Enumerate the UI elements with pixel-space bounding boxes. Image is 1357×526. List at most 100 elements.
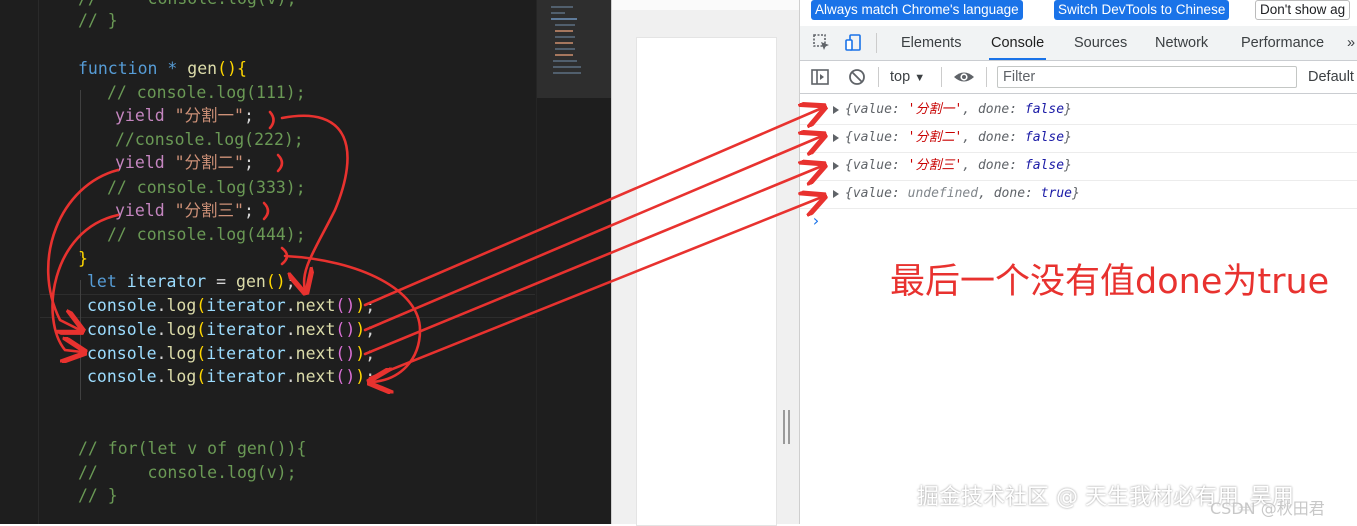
value-text: '分割三': [907, 158, 963, 173]
identifier-console: console: [87, 367, 157, 386]
code-line-console-next: console.log(iterator.next());: [87, 344, 376, 363]
console-prompt[interactable]: ›: [811, 211, 821, 230]
string-literal: "分割一": [174, 106, 244, 125]
minimap-line: [555, 48, 575, 50]
context-select[interactable]: top ▼: [890, 66, 925, 89]
dont-show-again-button[interactable]: Don't show ag: [1255, 0, 1351, 20]
indent-guide: [80, 90, 81, 256]
code-line-close-brace: }: [78, 249, 88, 268]
tab-console[interactable]: Console: [989, 26, 1047, 60]
indent-guide: [80, 280, 81, 400]
minimap-line: [555, 54, 573, 56]
keyword-let: let: [87, 272, 117, 291]
value-text: '分割一': [907, 102, 963, 117]
minimap-line: [555, 24, 575, 26]
brace-open: {: [845, 186, 853, 201]
tab-elements[interactable]: Elements: [901, 26, 961, 60]
console-message[interactable]: {value: '分割二', done: false}: [800, 124, 1357, 153]
brace-open: {: [845, 102, 853, 117]
language-infobar: Always match Chrome's language Switch De…: [800, 0, 1357, 22]
console-message[interactable]: {value: undefined, done: true}: [800, 180, 1357, 209]
code-line-comment: // console.log(v);: [78, 0, 297, 10]
method-log: log: [166, 344, 197, 363]
minimap[interactable]: [536, 0, 611, 524]
key-done: done:: [977, 102, 1018, 117]
expand-triangle-icon[interactable]: [833, 162, 839, 170]
tab-performance[interactable]: Performance: [1241, 26, 1324, 60]
minimap-line: [551, 6, 573, 8]
code-line-comment: // console.log(v);: [78, 463, 297, 482]
devtools-tabbar: Elements Console Sources Network Perform…: [800, 26, 1357, 61]
match-language-button[interactable]: Always match Chrome's language: [811, 0, 1023, 20]
identifier-console: console: [87, 320, 157, 339]
identifier-console: console: [87, 296, 157, 315]
minimap-line: [551, 18, 577, 20]
value-text: undefined: [907, 186, 979, 201]
key-value: value:: [852, 130, 900, 145]
comma: ,: [962, 158, 978, 173]
call-gen: gen: [236, 272, 266, 291]
code-editor[interactable]: // console.log(v); // } function * gen()…: [0, 0, 611, 524]
minimap-line: [553, 72, 581, 74]
key-done: done:: [977, 130, 1018, 145]
key-done: done:: [993, 186, 1033, 201]
console-toolbar: top ▼ Filter Default: [800, 61, 1357, 94]
more-tabs-icon[interactable]: »: [1347, 26, 1355, 60]
expand-triangle-icon[interactable]: [833, 190, 839, 198]
keyword-yield: yield: [115, 106, 165, 125]
code-line-comment: // }: [78, 486, 118, 505]
string-literal: "分割二": [174, 153, 244, 172]
preview-topbar: [612, 0, 800, 10]
switch-to-chinese-button[interactable]: Switch DevTools to Chinese: [1054, 0, 1230, 20]
sidebar-toggle-icon[interactable]: [810, 67, 830, 87]
log-levels-select[interactable]: Default: [1308, 66, 1354, 88]
comma: ,: [962, 102, 978, 117]
expand-triangle-icon[interactable]: [833, 134, 839, 142]
code-line-comment: // console.log(444);: [107, 225, 306, 244]
clear-console-icon[interactable]: [847, 67, 867, 87]
console-message[interactable]: {value: '分割一', done: false}: [800, 96, 1357, 125]
semicolon: ;: [285, 272, 296, 291]
brace-open: {: [845, 130, 853, 145]
filter-input[interactable]: Filter: [997, 66, 1297, 88]
minimap-line: [555, 36, 575, 38]
message-text: {value: '分割二', done: false}: [845, 124, 1072, 152]
method-log: log: [166, 320, 197, 339]
code-line-yield-3: yield "分割三";: [115, 201, 254, 220]
code-line-let: let iterator = gen();: [87, 272, 296, 291]
comma: ,: [962, 130, 978, 145]
expand-triangle-icon[interactable]: [833, 106, 839, 114]
key-value: value:: [852, 158, 900, 173]
preview-page: [636, 37, 777, 526]
code-line-comment: // console.log(333);: [107, 178, 306, 197]
code-line-function: function * gen(){: [78, 58, 247, 80]
device-toolbar-icon[interactable]: [844, 33, 864, 53]
tab-sources[interactable]: Sources: [1074, 26, 1127, 60]
value-text: '分割二': [907, 130, 963, 145]
resize-handle[interactable]: [782, 410, 792, 444]
method-log: log: [166, 367, 197, 386]
code-line-comment: // for(let v of gen()){: [78, 439, 307, 458]
minimap-line: [555, 30, 573, 32]
brace-close: }: [1072, 186, 1080, 201]
comma: ,: [978, 186, 994, 201]
brace-close: }: [1064, 102, 1072, 117]
toolbar-separator: [986, 67, 987, 87]
code-line-comment: // console.log(111);: [107, 83, 306, 102]
eye-icon[interactable]: [952, 67, 976, 87]
toolbar-separator: [941, 67, 942, 87]
done-value: false: [1024, 102, 1065, 117]
method-log: log: [166, 296, 197, 315]
operator-assign: =: [206, 272, 237, 291]
brace-open: {: [845, 158, 853, 173]
console-message[interactable]: {value: '分割三', done: false}: [800, 152, 1357, 181]
minimap-line: [555, 42, 573, 44]
minimap-line: [551, 12, 565, 14]
done-value: false: [1024, 130, 1065, 145]
inspect-element-icon[interactable]: [812, 33, 832, 53]
identifier-console: console: [87, 344, 157, 363]
code-line-console-next: console.log(iterator.next());: [87, 320, 376, 339]
editor-gutter: [0, 0, 39, 524]
keyword-yield: yield: [115, 153, 165, 172]
tab-network[interactable]: Network: [1155, 26, 1208, 60]
